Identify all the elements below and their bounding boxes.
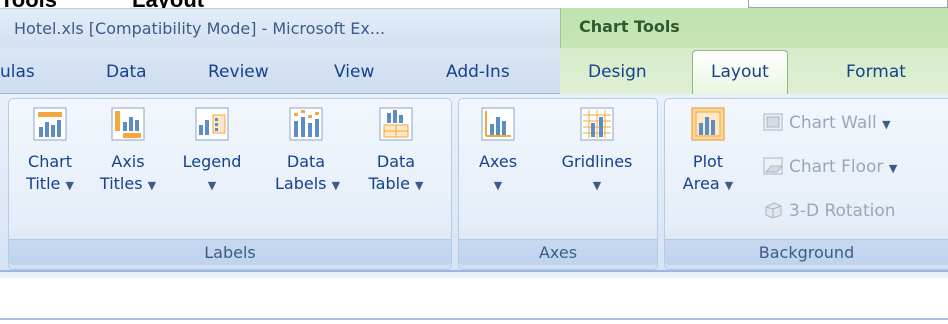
axis-titles-icon xyxy=(111,107,145,141)
chart-wall-icon xyxy=(763,113,783,131)
chart-wall-button[interactable]: Chart Wall ▼ xyxy=(763,113,891,143)
plot-area-icon xyxy=(691,107,725,141)
tab-design[interactable]: Design xyxy=(588,62,647,82)
data-table-icon xyxy=(379,107,413,141)
plot-area-button[interactable]: Plot Area ▼ xyxy=(677,107,739,233)
tab-view[interactable]: View xyxy=(334,62,374,82)
plot-area-label: Plot Area ▼ xyxy=(682,152,734,193)
tab-layout[interactable]: Layout xyxy=(692,50,788,95)
tab-review[interactable]: Review xyxy=(208,62,269,82)
tab-formulas[interactable]: ulas xyxy=(0,62,35,82)
group-labels: Chart Title ▼ Axis Titles ▼ Legend ▼ Dat… xyxy=(8,98,452,270)
chart-title-label: Chart Title ▼ xyxy=(26,152,74,193)
group-background: Plot Area ▼ Chart Wall ▼ Chart Floor ▼ 3-… xyxy=(664,98,948,270)
chart-tools-header: Chart Tools xyxy=(560,8,948,48)
group-axes-title: Axes xyxy=(459,239,657,265)
data-labels-icon xyxy=(289,107,323,141)
group-labels-title: Labels xyxy=(9,239,451,265)
rotation-3d-button[interactable]: 3-D Rotation xyxy=(763,201,896,231)
title-bar: Hotel.xls [Compatibility Mode] - Microso… xyxy=(0,8,560,48)
legend-label: Legend ▼ xyxy=(182,152,242,192)
tab-format[interactable]: Format xyxy=(846,62,906,82)
axes-label: Axes ▼ xyxy=(478,152,518,192)
axis-titles-button[interactable]: Axis Titles ▼ xyxy=(97,107,159,233)
tab-add-ins[interactable]: Add-Ins xyxy=(446,62,510,82)
axes-icon xyxy=(481,107,515,141)
ribbon-body: Chart Title ▼ Axis Titles ▼ Legend ▼ Dat… xyxy=(0,94,948,272)
data-labels-label: Data Labels ▼ xyxy=(275,152,341,193)
data-table-button[interactable]: Data Table ▼ xyxy=(365,107,427,233)
group-axes: Axes ▼ Gridlines ▼ Axes xyxy=(458,98,658,270)
axis-titles-label: Axis Titles ▼ xyxy=(99,152,157,193)
rotation-3d-icon xyxy=(765,202,782,219)
legend-button[interactable]: Legend ▼ xyxy=(181,107,243,233)
chart-floor-icon xyxy=(763,157,783,175)
window-title: Hotel.xls [Compatibility Mode] - Microso… xyxy=(14,19,386,38)
gridlines-button[interactable]: Gridlines ▼ xyxy=(547,107,647,233)
legend-icon xyxy=(195,107,229,141)
data-labels-button[interactable]: Data Labels ▼ xyxy=(275,107,341,233)
ribbon-bottom-strip xyxy=(0,272,948,278)
divider-line xyxy=(0,318,948,320)
tab-data[interactable]: Data xyxy=(106,62,147,82)
gridlines-icon xyxy=(580,107,614,141)
chart-title-button[interactable]: Chart Title ▼ xyxy=(19,107,81,233)
top-right-box xyxy=(748,0,948,8)
caption-fragment-layout: Layout xyxy=(132,0,204,11)
caption-fragment-tools: Tools xyxy=(0,0,57,11)
chart-floor-button[interactable]: Chart Floor ▼ xyxy=(763,157,897,187)
ribbon-tab-strip: ulas Data Review View Add-Ins Design Lay… xyxy=(0,48,948,95)
chart-tools-label: Chart Tools xyxy=(579,17,680,36)
chart-title-icon xyxy=(33,107,67,141)
axes-button[interactable]: Axes ▼ xyxy=(467,107,529,233)
gridlines-label: Gridlines ▼ xyxy=(561,152,633,192)
data-table-label: Data Table ▼ xyxy=(368,152,424,193)
group-background-title: Background xyxy=(665,239,948,265)
